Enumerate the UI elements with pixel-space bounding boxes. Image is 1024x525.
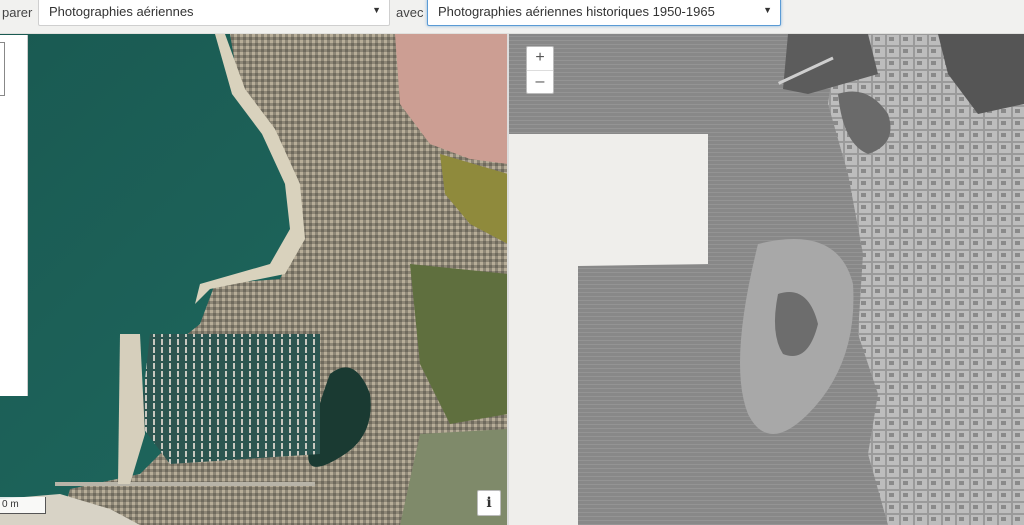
left-layer-select[interactable]: Photographies aériennes ▼ [38, 0, 390, 26]
info-icon[interactable]: i [477, 490, 501, 516]
left-layer-value: Photographies aériennes [49, 4, 194, 19]
dropdown-arrow-icon: ▼ [372, 5, 381, 15]
compare-label: parer [2, 5, 33, 20]
zoom-in-icon[interactable]: + [527, 47, 553, 70]
compare-divider[interactable] [507, 34, 509, 525]
dropdown-arrow-icon: ▼ [763, 5, 772, 15]
right-layer-select[interactable]: Photographies aériennes historiques 1950… [427, 0, 781, 26]
left-map-aerial[interactable] [0, 34, 508, 525]
aerial-imagery [0, 34, 508, 525]
zoom-out-icon[interactable]: – [527, 70, 553, 94]
right-layer-value: Photographies aériennes historiques 1950… [438, 4, 715, 19]
zoom-control: + – [526, 46, 554, 94]
historical-imagery [508, 34, 1024, 525]
side-panel-handle[interactable] [0, 42, 5, 96]
right-map-historical[interactable] [508, 34, 1024, 525]
compare-toolbar: parer Photographies aériennes ▼ avec Pho… [0, 0, 1024, 34]
scale-bar: 0 m [0, 497, 46, 514]
with-label: avec [396, 5, 424, 20]
